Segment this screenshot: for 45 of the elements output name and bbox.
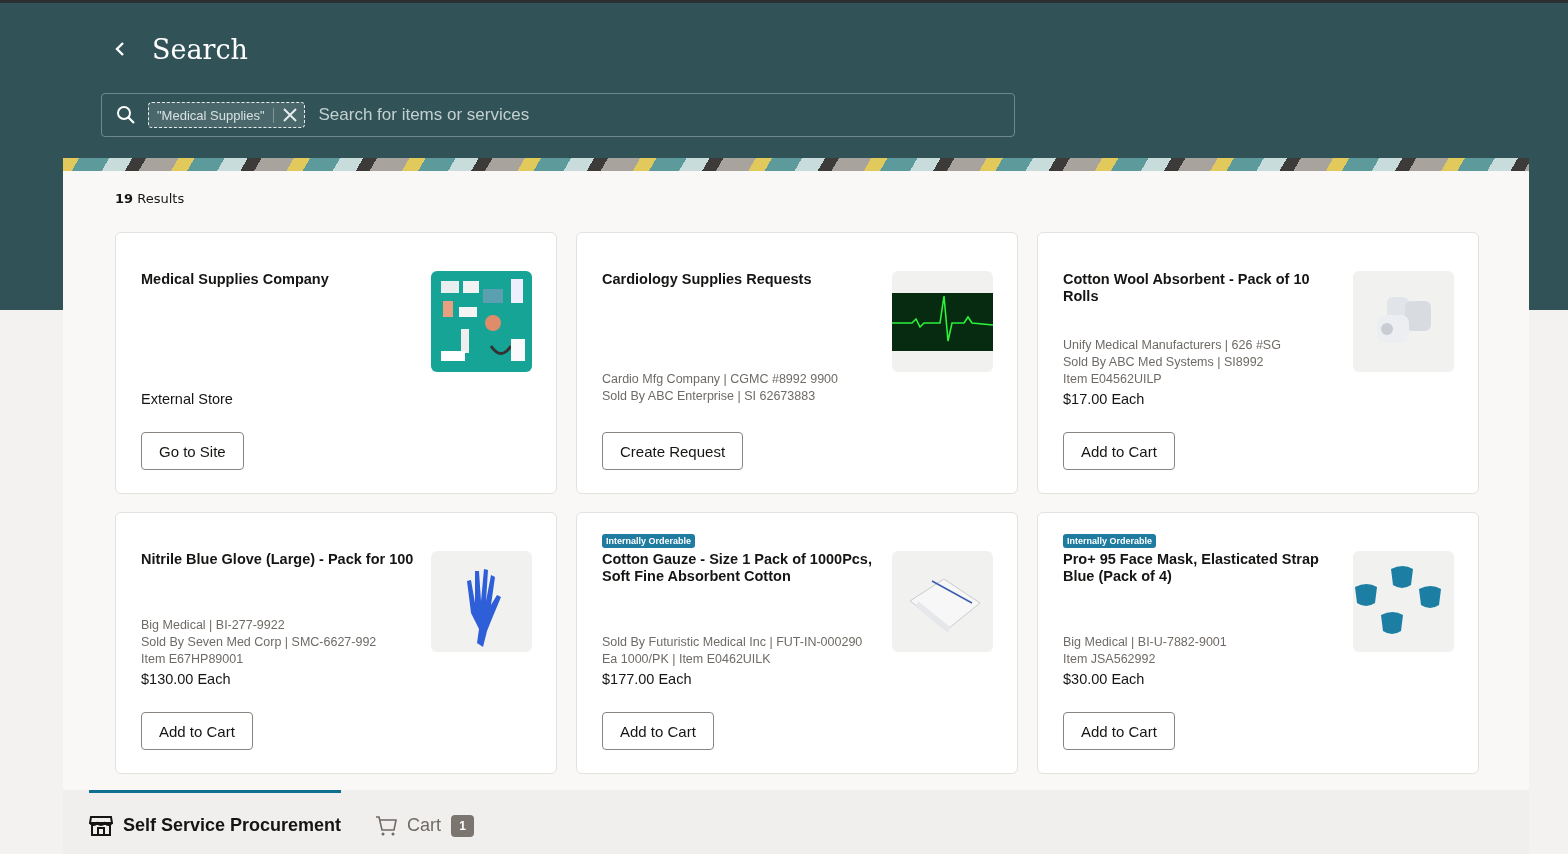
price: $130.00 Each [141, 671, 232, 687]
results-count: 19 Results [115, 191, 186, 206]
detail-line: Cardio Mfg Company | CGMC #8992 9900 [602, 371, 839, 388]
store-type: External Store [141, 391, 234, 407]
status-badge: Internally Orderable [1063, 534, 1157, 548]
card-title: Cardiology Supplies Requests [602, 271, 813, 288]
count-badge: 1 [451, 814, 474, 837]
card-title: Cotton Gauze - Size 1 Pack of 1000Pcs, Soft Fine Absorbent Cotton [602, 551, 873, 585]
card-title: Nitrile Blue Glove (Large) - Pack for 100 [141, 551, 415, 568]
detail-line: Unify Medical Manufacturers | 626 #SG [1063, 337, 1282, 354]
add-to-cart-button[interactable]: Add to Cart [1063, 712, 1175, 750]
detail-line: Sold By ABC Enterprise | SI 62673883 [602, 388, 817, 405]
detail-line: Item E04562UILP [1063, 371, 1163, 388]
detail-line: Big Medical | BI-277-9922 [141, 617, 286, 634]
create-request-button[interactable]: Create Request [602, 432, 744, 470]
detail-line: Sold By ABC Med Systems | SI8992 [1063, 354, 1265, 371]
card-title: Cotton Wool Absorbent - Pack of 10 Rolls [1063, 271, 1311, 305]
price: $30.00 Each [1063, 671, 1146, 687]
add-to-cart-button[interactable]: Add to Cart [1063, 432, 1175, 470]
price: $17.00 Each [1063, 391, 1146, 407]
nav-tab[interactable]: Cart 1 [375, 790, 474, 854]
add-to-cart-button[interactable]: Add to Cart [602, 712, 714, 750]
detail-line: Item E67HP89001 [141, 651, 245, 668]
remove-chip-button[interactable] [281, 107, 298, 123]
go-to-site-button[interactable]: Go to Site [141, 432, 244, 470]
chip-label: "Medical Supplies" [157, 107, 274, 123]
add-to-cart-button[interactable]: Add to Cart [141, 712, 253, 750]
search-icon [116, 105, 136, 125]
price: $177.00 Each [602, 671, 693, 687]
search-field[interactable]: "Medical Supplies" Search for items or services [101, 93, 1015, 137]
status-badge: Internally Orderable [602, 534, 696, 548]
nav-tab[interactable]: Self Service Procurement [89, 790, 342, 854]
search-input[interactable]: Search for items or services [316, 104, 1000, 126]
cart-icon [375, 814, 398, 837]
detail-line: Sold By Seven Med Corp | SMC-6627-992 [141, 634, 378, 651]
detail-line: Sold By Futuristic Medical Inc | FUT-IN-000290 [602, 634, 864, 651]
close-icon [281, 107, 298, 123]
detail-line: Big Medical | BI-U-7882-9001 [1063, 634, 1228, 651]
card-title: Pro+ 95 Face Mask, Elasticated Strap Blue (Pack of 4) [1063, 551, 1320, 585]
card-title: Medical Supplies Company [141, 271, 330, 288]
chevron-left-icon [114, 41, 126, 57]
page-title: Search [152, 33, 248, 65]
storefront-icon [89, 814, 113, 837]
detail-line: Ea 1000/PK | Item E0462UILK [602, 651, 772, 668]
detail-line: Item JSA562992 [1063, 651, 1157, 668]
